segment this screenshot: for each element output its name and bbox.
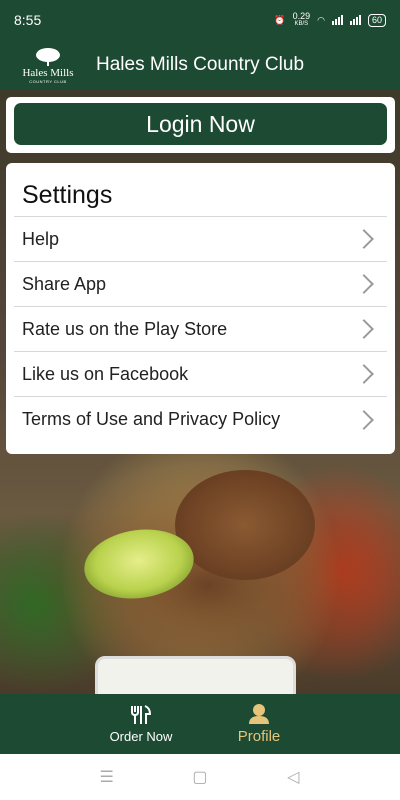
settings-item-label: Like us on Facebook [22, 363, 189, 384]
settings-item-label: Help [22, 228, 60, 249]
settings-item-facebook[interactable]: Like us on Facebook [14, 352, 387, 397]
wifi-icon: ◠ [317, 14, 325, 25]
person-icon [248, 703, 270, 725]
tab-label: Profile [237, 728, 281, 745]
settings-item-label: Share App [22, 273, 107, 294]
taco-salad-meat [175, 470, 315, 580]
chevron-right-icon [354, 409, 374, 430]
status-icons: ⏰ 0.29 KB/S ◠ 60 [274, 12, 386, 28]
home-icon[interactable]: ▢ [188, 767, 212, 787]
logo-text: Hales Mills [22, 66, 74, 79]
club-logo: Hales Mills COUNTRY CLUB [20, 47, 76, 84]
settings-item-help[interactable]: Help [14, 217, 387, 262]
logo-subtext: COUNTRY CLUB [29, 78, 67, 84]
signal-icon-2 [349, 15, 361, 25]
status-time: 8:55 [14, 12, 42, 28]
recents-icon[interactable]: ☰ [95, 767, 119, 787]
settings-item-share-app[interactable]: Share App [14, 262, 387, 307]
chevron-right-icon [354, 229, 374, 249]
login-now-button[interactable]: Login Now [14, 103, 387, 145]
app-title: Hales Mills Country Club [96, 54, 305, 75]
settings-list: Help Share App Rate us on the Play Store… [14, 216, 387, 442]
dip-cup [95, 656, 296, 694]
chevron-right-icon [354, 319, 374, 339]
tree-icon [36, 47, 60, 66]
back-icon[interactable]: ◁ [281, 767, 305, 787]
bottom-tab-bar: Order Now Profile [0, 694, 400, 754]
alarm-icon: ⏰ [274, 14, 286, 25]
tab-profile[interactable]: Profile [217, 703, 301, 745]
dining-icon [130, 704, 152, 726]
chevron-right-icon [354, 274, 374, 294]
tab-label: Order Now [109, 729, 173, 744]
status-bar: 8:55 ⏰ 0.29 KB/S ◠ 60 [0, 0, 400, 40]
settings-item-terms[interactable]: Terms of Use and Privacy Policy [14, 397, 387, 442]
settings-card: Settings Help Share App Rate us on the P… [6, 163, 395, 454]
system-navigation-bar: ☰ ▢ ◁ [0, 754, 400, 800]
app-header: Hales Mills COUNTRY CLUB Hales Mills Cou… [0, 40, 400, 90]
login-card: Login Now [6, 97, 395, 153]
tab-order-now[interactable]: Order Now [99, 704, 183, 744]
settings-item-label: Rate us on the Play Store [22, 318, 228, 339]
signal-icon [331, 15, 343, 25]
settings-title: Settings [22, 181, 113, 209]
chevron-right-icon [354, 364, 374, 384]
settings-item-label: Terms of Use and Privacy Policy [22, 409, 281, 429]
network-speed: 0.29 KB/S [292, 11, 311, 28]
settings-item-rate-us[interactable]: Rate us on the Play Store [14, 307, 387, 352]
battery-icon: 60 [367, 13, 386, 27]
